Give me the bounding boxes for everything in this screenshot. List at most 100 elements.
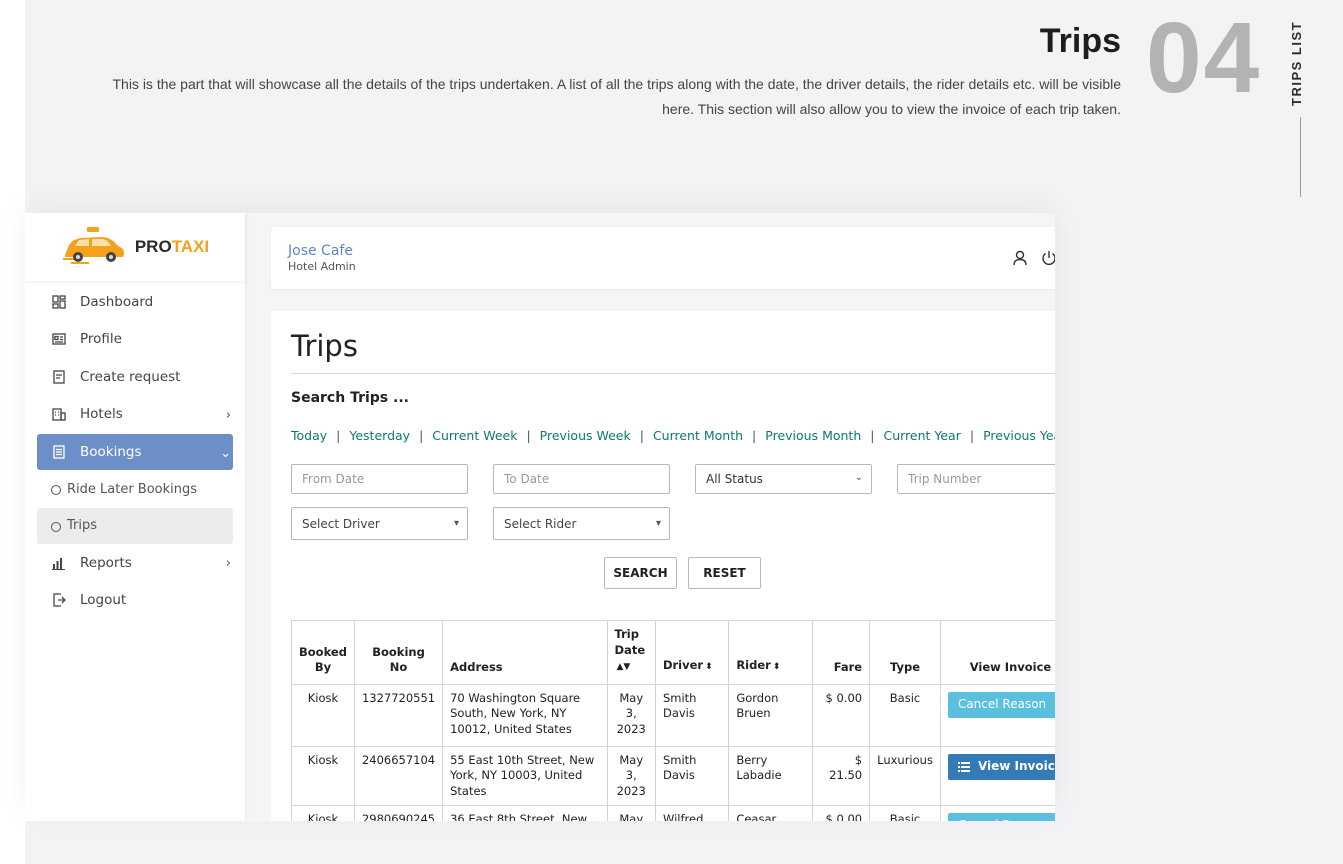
filter-yesterday[interactable]: Yesterday	[349, 428, 410, 443]
filter-previous-week[interactable]: Previous Week	[540, 428, 631, 443]
table-row: Kiosk 2980690245 36 East 8th Street, New…	[291, 805, 1055, 821]
column-trip-date[interactable]: Trip Date ▲▼	[606, 620, 656, 685]
chevron-down-icon: ⌄	[854, 472, 863, 483]
page-title: Trips	[291, 329, 358, 363]
filter-current-month[interactable]: Current Month	[653, 428, 743, 443]
filter-previous-month[interactable]: Previous Month	[765, 428, 861, 443]
hotel-building-icon	[51, 407, 66, 422]
hero-title: Trips	[1039, 22, 1121, 60]
sidebar-subitem-ride-later-bookings[interactable]: Ride Later Bookings	[37, 471, 233, 508]
sidebar-item-dashboard[interactable]: Dashboard	[37, 283, 233, 321]
sidebar-item-label: Logout	[80, 592, 127, 609]
power-icon[interactable]	[1041, 250, 1055, 266]
cell-type: Luxurious	[869, 745, 941, 806]
trip-number-input[interactable]: Trip Number	[897, 464, 1055, 494]
table-row: Kiosk 1327720551 70 Washington Square So…	[291, 683, 1055, 747]
sidebar-item-hotels[interactable]: Hotels ›	[37, 396, 233, 434]
cell-driver: Wilfred Davis	[654, 805, 730, 821]
filter-current-week[interactable]: Current Week	[432, 428, 517, 443]
top-header: Jose Cafe Hotel Admin	[271, 227, 1055, 289]
app-window: PROTAXI Dashboard Profile Create request	[25, 213, 1055, 821]
cell-booked-by: Kiosk	[291, 745, 355, 806]
sidebar: PROTAXI Dashboard Profile Create request	[25, 213, 245, 821]
caret-down-icon: ▾	[655, 518, 661, 529]
sidebar-item-create-request[interactable]: Create request	[37, 358, 233, 396]
driver-select-value: Select Driver	[302, 517, 380, 531]
chevron-right-icon: ›	[225, 407, 231, 423]
filter-current-year[interactable]: Current Year	[883, 428, 960, 443]
vertical-section-label: TRIPS LIST	[1289, 20, 1304, 106]
section-number: 04	[1146, 2, 1262, 114]
table-row: Kiosk 2406657104 55 East 10th Street, Ne…	[291, 745, 1055, 806]
status-select-value: All Status	[706, 472, 763, 486]
sidebar-item-label: Dashboard	[80, 293, 154, 310]
circle-bullet-icon	[51, 485, 61, 496]
column-type: Type	[869, 620, 941, 685]
cell-driver: Smith Davis	[654, 683, 730, 747]
search-section-title: Search Trips ...	[291, 390, 409, 406]
status-select[interactable]: All Status ⌄	[695, 464, 872, 494]
filter-today[interactable]: Today	[291, 428, 327, 443]
from-date-input[interactable]: From Date	[291, 464, 468, 494]
cell-action: Cancel Reason	[939, 805, 1055, 821]
create-request-icon	[51, 369, 66, 384]
cell-fare: $ 21.50	[811, 745, 871, 806]
vertical-divider	[1300, 117, 1301, 197]
sidebar-item-label: Hotels	[80, 406, 123, 423]
cell-trip-date: May 3, 2023	[606, 745, 656, 806]
user-role: Hotel Admin	[288, 260, 356, 273]
column-driver[interactable]: Driver ⬍	[654, 620, 730, 685]
sidebar-item-bookings[interactable]: Bookings ⌄	[37, 434, 233, 470]
dashboard-icon	[51, 294, 66, 309]
cell-trip-date: May 3, 2023	[606, 683, 656, 747]
cancel-reason-button[interactable]: Cancel Reason	[947, 813, 1055, 821]
sidebar-item-label: Create request	[80, 368, 181, 385]
cell-rider: Berry Labadie	[728, 745, 813, 806]
to-date-input[interactable]: To Date	[493, 464, 670, 494]
column-view-invoice: View Invoice	[939, 620, 1055, 685]
sort-icon: ▲▼	[616, 662, 631, 672]
sidebar-item-profile[interactable]: Profile	[37, 321, 233, 359]
cell-action: View Invoice	[939, 745, 1055, 806]
cell-type: Basic	[869, 805, 941, 821]
filter-previous-year[interactable]: Previous Year	[983, 428, 1055, 443]
view-invoice-button[interactable]: View Invoice	[947, 753, 1055, 780]
column-fare: Fare	[811, 620, 871, 685]
driver-select[interactable]: Select Driver ▾	[291, 507, 468, 540]
list-icon	[957, 761, 970, 772]
sidebar-item-reports[interactable]: Reports ›	[37, 544, 233, 582]
reports-chart-icon	[51, 555, 66, 570]
column-address: Address	[442, 620, 608, 685]
cell-booked-by: Kiosk	[291, 683, 355, 747]
cell-fare: $ 0.00	[811, 683, 871, 747]
caret-down-icon: ▾	[453, 518, 459, 529]
hero-description: This is the part that will showcase all …	[112, 76, 1121, 117]
brand-logo[interactable]: PROTAXI	[25, 213, 245, 281]
rider-select[interactable]: Select Rider ▾	[493, 507, 670, 540]
sort-icon: ⬍	[772, 662, 781, 672]
reset-button[interactable]: RESET	[688, 557, 761, 589]
sort-icon: ⬍	[705, 662, 713, 672]
sidebar-item-label: Bookings	[80, 444, 142, 460]
search-button[interactable]: SEARCH	[604, 557, 677, 589]
cell-rider: Gordon Bruen	[728, 683, 813, 747]
cell-address: 55 East 10th Street, New York, NY 10003,…	[442, 745, 608, 806]
sidebar-item-label: Reports	[80, 554, 132, 571]
column-booking-no: Booking No	[353, 620, 444, 685]
cell-type: Basic	[869, 683, 941, 747]
sidebar-item-logout[interactable]: Logout	[37, 582, 233, 620]
sidebar-item-label: Profile	[80, 331, 122, 348]
user-icon[interactable]	[1012, 250, 1028, 266]
logout-icon	[51, 593, 66, 608]
cell-action: Cancel Reason	[939, 683, 1055, 747]
cell-address: 36 East 8th Street, New York, NY 10003, …	[442, 805, 608, 821]
bookings-list-icon	[51, 445, 66, 460]
column-rider[interactable]: Rider ⬍	[728, 620, 813, 685]
brand-name: PROTAXI	[134, 237, 210, 256]
rider-select-value: Select Rider	[504, 517, 577, 531]
cancel-reason-button[interactable]: Cancel Reason	[947, 691, 1055, 718]
cell-trip-date: May 1, 2023	[606, 805, 656, 821]
sidebar-subitem-trips[interactable]: Trips	[37, 507, 233, 544]
hotel-name: Jose Cafe	[288, 243, 353, 259]
cell-booking-no: 1327720551	[353, 683, 444, 747]
